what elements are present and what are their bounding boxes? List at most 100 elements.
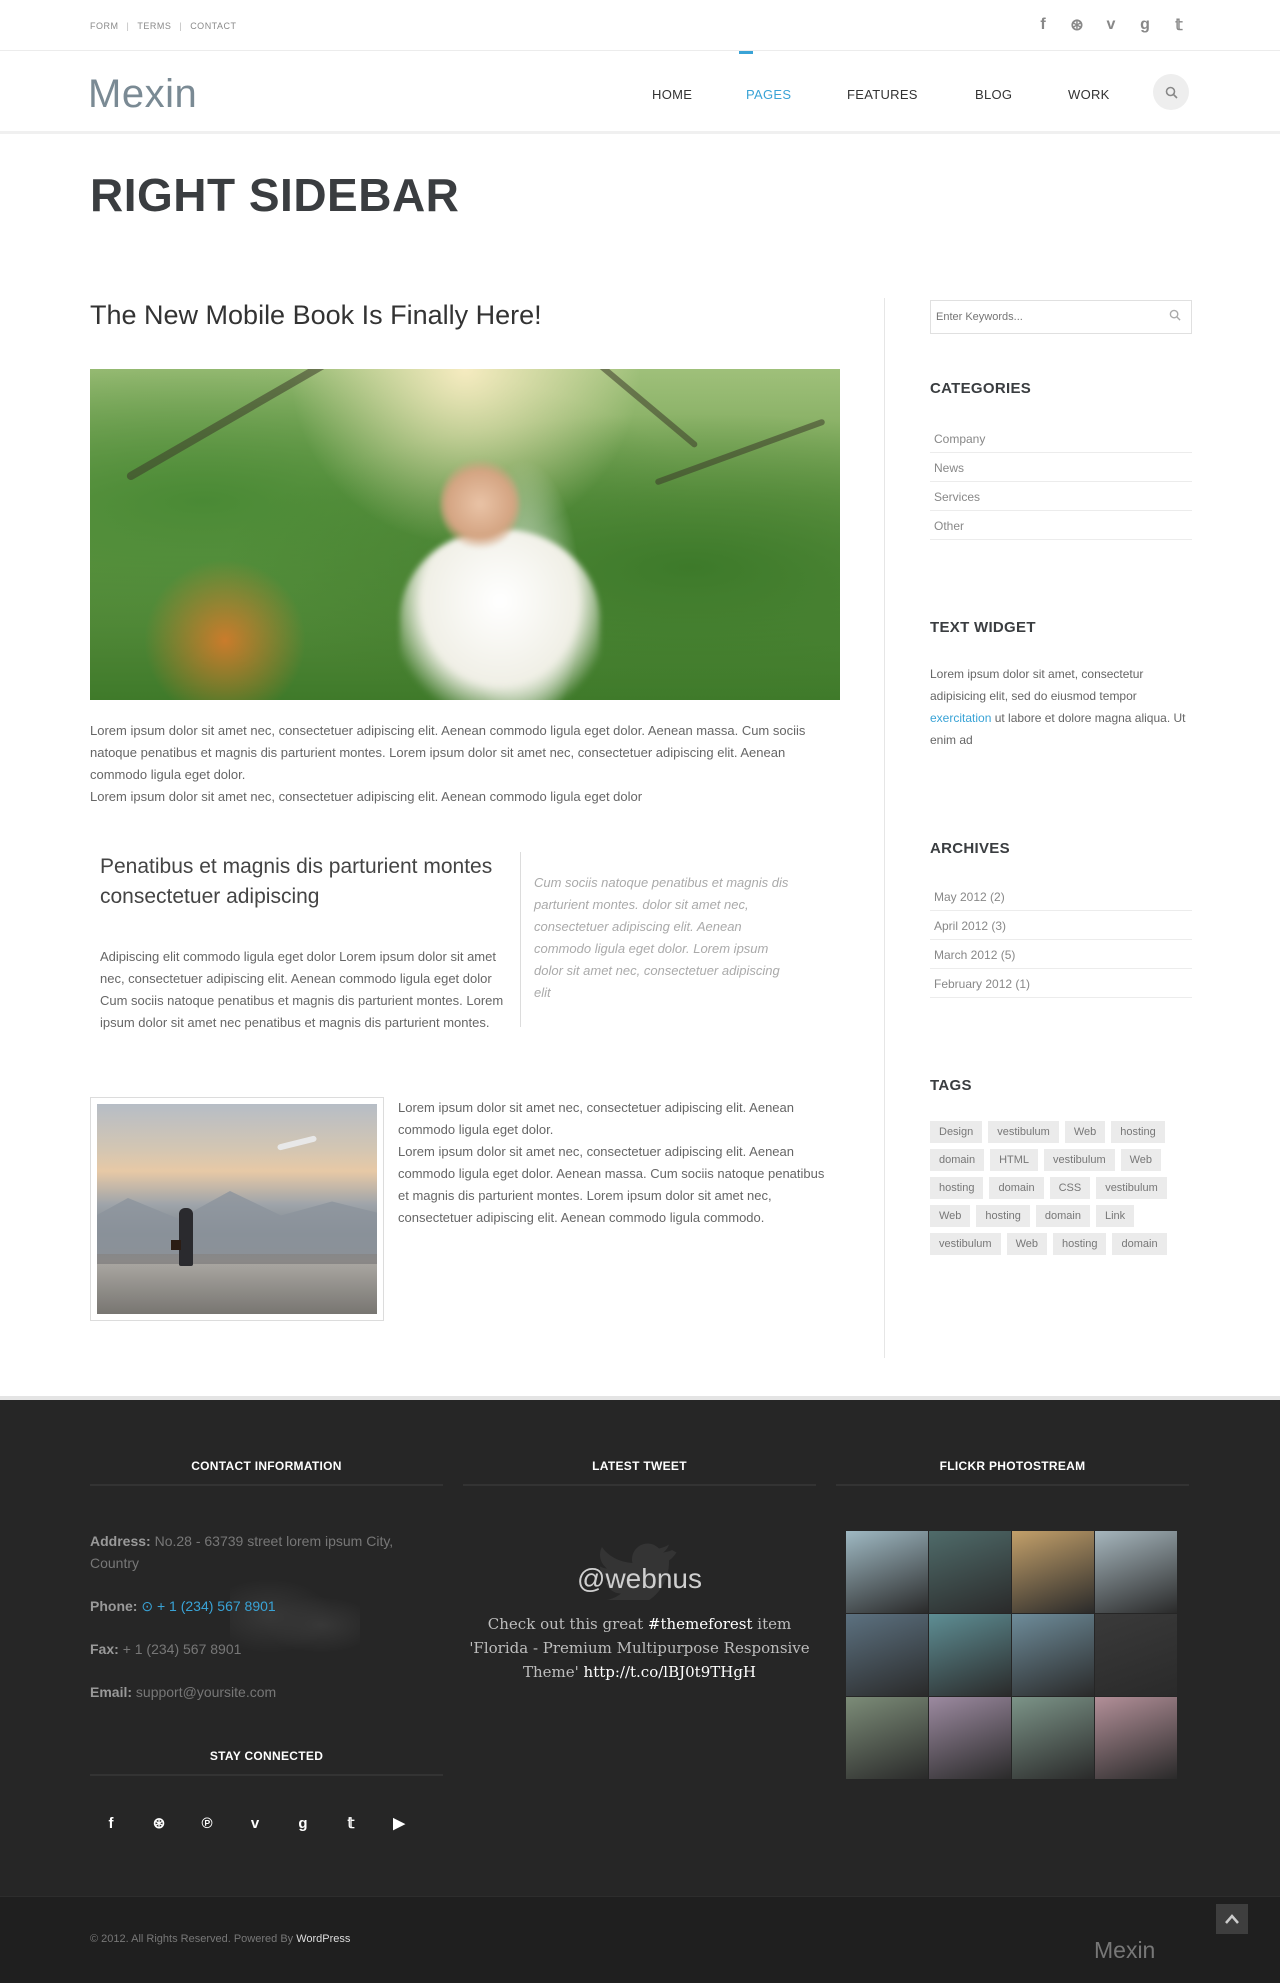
tweet-hashtag[interactable]: #themeforest [648, 1615, 753, 1633]
archive-item[interactable]: April 2012 (3) [930, 911, 1192, 940]
tag[interactable]: vestibulum [1044, 1149, 1115, 1171]
post-paragraph-text: Lorem ipsum dolor sit amet nec, consecte… [398, 1100, 794, 1137]
footer-logo[interactable]: Mexin [1094, 1937, 1155, 1964]
facebook-icon[interactable]: f [98, 1810, 124, 1836]
flickr-thumbnail[interactable] [1012, 1614, 1094, 1696]
tags-title: TAGS [930, 1077, 972, 1094]
tag[interactable]: Link [1095, 1205, 1135, 1227]
twitter-icon[interactable]: 𝕥 [1168, 14, 1190, 36]
flickr-thumbnail[interactable] [846, 1531, 928, 1613]
category-item[interactable]: News [930, 453, 1192, 482]
tag[interactable]: Web [1006, 1233, 1047, 1255]
separator: | [126, 21, 130, 31]
flickr-thumbnail[interactable] [1095, 1531, 1177, 1613]
facebook-icon[interactable]: f [1032, 14, 1054, 36]
site-header: Mexin HOME PAGES FEATURES BLOG WORK [0, 51, 1280, 134]
flickr-thumbnail[interactable] [1095, 1697, 1177, 1779]
tag[interactable]: vestibulum [1096, 1177, 1167, 1199]
blockquote: Cum sociis natoque penatibus et magnis d… [534, 875, 789, 1000]
flickr-thumbnail[interactable] [929, 1697, 1011, 1779]
fax-label: Fax: [90, 1641, 119, 1657]
vimeo-icon[interactable]: v [1100, 14, 1122, 36]
tag[interactable]: vestibulum [988, 1121, 1059, 1143]
tag[interactable]: hosting [976, 1205, 1030, 1227]
googleplus-icon[interactable]: g [290, 1810, 316, 1836]
contact-info: Address: No.28 - 63739 street lorem ipsu… [90, 1530, 430, 1724]
search-icon[interactable] [1153, 74, 1189, 110]
category-item[interactable]: Other [930, 511, 1192, 540]
tweet-handle[interactable]: @webnus [463, 1563, 816, 1595]
youtube-icon[interactable]: ▶ [386, 1810, 412, 1836]
wordpress-link[interactable]: WordPress [296, 1933, 350, 1945]
post-thumbnail-image [97, 1104, 377, 1314]
footer-divider [90, 1484, 443, 1486]
tweet-text: Check out this great #themeforest item '… [463, 1612, 816, 1684]
category-item[interactable]: Services [930, 482, 1192, 511]
image-detail [400, 529, 600, 700]
flickr-thumbnail[interactable] [929, 1614, 1011, 1696]
search-icon[interactable] [1169, 309, 1181, 324]
tag[interactable]: hosting [930, 1177, 984, 1199]
tag-cloud: Design vestibulum Web hosting domain HTM… [930, 1121, 1192, 1255]
post-paragraph: Lorem ipsum dolor sit amet nec, consecte… [90, 720, 840, 808]
image-detail [541, 369, 699, 449]
tag[interactable]: CSS [1049, 1177, 1091, 1199]
vimeo-icon[interactable]: v [242, 1810, 268, 1836]
flickr-thumbnail[interactable] [846, 1697, 928, 1779]
back-to-top-button[interactable] [1216, 1904, 1248, 1934]
tag[interactable]: Web [930, 1205, 971, 1227]
flickr-thumbnail[interactable] [1012, 1697, 1094, 1779]
flickr-thumbnail[interactable] [929, 1531, 1011, 1613]
post-title[interactable]: The New Mobile Book Is Finally Here! [90, 300, 542, 331]
post-featured-image [90, 369, 840, 700]
tag[interactable]: Design [930, 1121, 983, 1143]
nav-pages-label: PAGES [746, 87, 792, 102]
tag[interactable]: Web [1064, 1121, 1106, 1143]
flickr-thumbnail[interactable] [846, 1614, 928, 1696]
top-link-terms[interactable]: TERMS [137, 21, 171, 31]
archive-item[interactable]: March 2012 (5) [930, 940, 1192, 969]
footer-social-icons: f ⊛ ℗ v g 𝕥 ▶ [98, 1810, 412, 1836]
phone-value[interactable]: + 1 (234) 567 8901 [157, 1598, 276, 1614]
contact-info-title: CONTACT INFORMATION [191, 1459, 342, 1473]
text-widget: Lorem ipsum dolor sit amet, consectetur … [930, 663, 1192, 751]
pinterest-icon[interactable]: ℗ [194, 1810, 220, 1836]
tag[interactable]: domain [1035, 1205, 1090, 1227]
contact-fax: Fax: + 1 (234) 567 8901 [90, 1638, 430, 1660]
flickr-photostream [846, 1531, 1178, 1779]
googleplus-icon[interactable]: g [1134, 14, 1156, 36]
archives-list: May 2012 (2) April 2012 (3) March 2012 (… [930, 882, 1192, 998]
search-input[interactable] [931, 301, 1151, 333]
site-logo[interactable]: Mexin [88, 72, 197, 117]
tag[interactable]: HTML [990, 1149, 1039, 1171]
twitter-icon[interactable]: 𝕥 [338, 1810, 364, 1836]
contact-email: Email: support@yoursite.com [90, 1681, 430, 1703]
category-item[interactable]: Company [930, 424, 1192, 453]
dribbble-icon[interactable]: ⊛ [1066, 14, 1088, 36]
tag[interactable]: Web [1120, 1149, 1162, 1171]
archive-item[interactable]: February 2012 (1) [930, 969, 1192, 998]
image-detail [179, 1208, 193, 1266]
phone-label: Phone: [90, 1598, 138, 1614]
text-widget-link[interactable]: exercitation [930, 711, 991, 725]
flickr-thumbnail[interactable] [1012, 1531, 1094, 1613]
email-label: Email: [90, 1684, 133, 1700]
categories-list: Company News Services Other [930, 424, 1192, 540]
image-detail [440, 459, 520, 549]
tweet-link[interactable]: http://t.co/lBJ0t9THgH [584, 1663, 756, 1681]
copyright-text: © 2012. All Rights Reserved. Powered By [90, 1933, 297, 1945]
top-link-form[interactable]: FORM [90, 21, 119, 31]
text-widget-title: TEXT WIDGET [930, 619, 1036, 636]
tag[interactable]: hosting [1053, 1233, 1107, 1255]
quote-border [520, 852, 521, 1027]
email-value[interactable]: support@yoursite.com [136, 1684, 276, 1700]
flickr-thumbnail[interactable] [1095, 1614, 1177, 1696]
tag[interactable]: domain [930, 1149, 985, 1171]
tag[interactable]: domain [989, 1177, 1044, 1199]
top-link-contact[interactable]: CONTACT [190, 21, 236, 31]
archive-item[interactable]: May 2012 (2) [930, 882, 1192, 911]
dribbble-icon[interactable]: ⊛ [146, 1810, 172, 1836]
tag[interactable]: vestibulum [930, 1233, 1001, 1255]
tag[interactable]: domain [1112, 1233, 1167, 1255]
tag[interactable]: hosting [1111, 1121, 1165, 1143]
